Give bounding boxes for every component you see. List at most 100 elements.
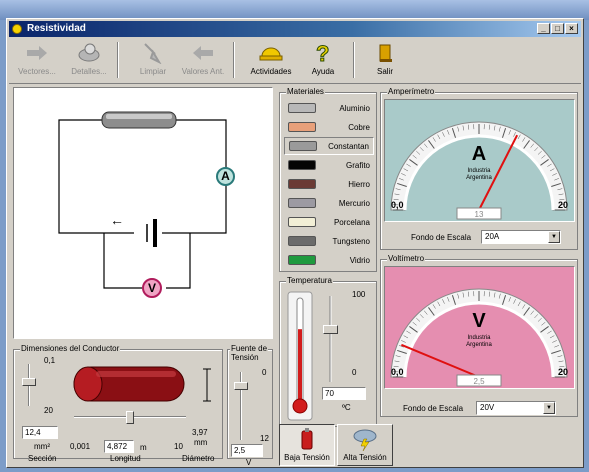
length-max: 10 <box>174 442 183 451</box>
material-hierro[interactable]: Hierro <box>284 175 374 193</box>
voltmeter-dial: V IndustriaArgentina 0,0 20 2,5 <box>385 267 574 388</box>
ammeter-maker-country: Argentina <box>466 175 492 181</box>
temperature-unit: ºC <box>342 403 351 412</box>
voltmeter-scale-select[interactable]: 20V ▼ <box>476 401 556 415</box>
material-swatch <box>288 122 316 132</box>
source-max: 0 <box>262 368 267 377</box>
length-slider-thumb[interactable] <box>126 411 134 424</box>
voltmeter-scale-value: 20V <box>480 403 495 412</box>
material-swatch <box>288 160 316 170</box>
length-unit: m <box>140 443 147 452</box>
material-swatch <box>288 255 316 265</box>
limpiar-label: Limpiar <box>139 67 167 76</box>
exit-door-icon <box>372 41 398 65</box>
arrow-right-icon <box>24 41 50 65</box>
vectores-label: Vectores... <box>18 67 56 76</box>
voltage-slider-thumb[interactable] <box>234 382 248 390</box>
battery-icon <box>301 428 313 450</box>
material-cobre[interactable]: Cobre <box>284 118 374 136</box>
toolbar-separator <box>117 42 119 78</box>
length-min: 0,001 <box>70 442 91 451</box>
circuit-panel: A V ← <box>13 87 273 339</box>
section-max: 0,1 <box>44 356 56 365</box>
voltage-input[interactable]: 2,5 <box>231 444 263 457</box>
diameter-caption: Diámetro <box>182 454 215 463</box>
material-vidrio[interactable]: Vidrio <box>284 251 374 269</box>
ammeter-letter: A <box>472 143 486 165</box>
thermometer <box>287 291 332 421</box>
material-name: Grafito <box>345 160 370 170</box>
toolbar: Vectores... Detalles... Limpiar Valores … <box>9 38 581 84</box>
toolbar-separator <box>353 42 355 78</box>
voltmeter-reading: 2,5 <box>473 377 485 386</box>
close-button[interactable]: × <box>565 23 578 34</box>
materials-group: Materiales Aluminio Cobre Constantan Grafit… <box>279 87 377 272</box>
low-voltage-button[interactable]: Baja Tensión <box>279 424 335 466</box>
actividades-button[interactable]: Actividades <box>247 40 295 82</box>
limpiar-button[interactable]: Limpiar <box>129 40 177 82</box>
length-caption: Longitud <box>110 454 141 463</box>
salir-button[interactable]: Salir <box>361 40 409 82</box>
temperature-label: Temperatura <box>286 276 333 286</box>
temperature-slider-thumb[interactable] <box>323 325 338 334</box>
help-question-icon: ? <box>310 41 336 65</box>
material-swatch <box>288 236 316 246</box>
ammeter-group: Amperímetro A Industria Argentina 0,0 20 13 F… <box>380 87 578 250</box>
material-grafito[interactable]: Grafito <box>284 156 374 174</box>
battery-plate <box>153 219 157 247</box>
temperature-max: 100 <box>352 290 366 299</box>
high-voltage-button[interactable]: Alta Tensión <box>337 424 393 466</box>
vectores-button[interactable]: Vectores... <box>13 40 61 82</box>
voltmeter-scale-label: Fondo de Escala <box>403 404 464 413</box>
arrow-left-icon <box>190 41 216 65</box>
diameter-bracket <box>203 368 211 402</box>
conductor-cylinder <box>73 366 185 402</box>
toolbar-separator <box>233 42 235 78</box>
voltmeter-scale-max: 20 <box>558 367 568 377</box>
voltage-source-group: Fuente de Tensión 0 12 2,5 V <box>227 344 273 467</box>
salir-label: Salir <box>376 67 393 76</box>
ammeter-scale-select[interactable]: 20A ▼ <box>481 230 561 244</box>
ammeter-scale-max: 20 <box>558 200 568 210</box>
length-input[interactable]: 4,872 <box>104 440 134 453</box>
valores-anteriores-button[interactable]: Valores Ant. <box>179 40 227 82</box>
ammeter-meter: A Industria Argentina 0,0 20 13 <box>384 99 575 222</box>
material-name: Tungsteno <box>332 236 370 246</box>
ayuda-button[interactable]: ? Ayuda <box>299 40 347 82</box>
ayuda-label: Ayuda <box>311 67 335 76</box>
ammeter-scale-value: 20A <box>485 232 500 241</box>
ammeter-group-label: Amperímetro <box>387 87 436 97</box>
material-tungsteno[interactable]: Tungsteno <box>284 232 374 250</box>
material-mercurio[interactable]: Mercurio <box>284 194 374 212</box>
ammeter-maker: Industria <box>467 168 491 174</box>
ammeter-circuit-symbol: A <box>216 167 235 186</box>
actividades-label: Actividades <box>250 67 292 76</box>
temperature-input[interactable]: 70 <box>322 387 366 400</box>
material-constantan[interactable]: Constantan <box>284 137 374 155</box>
section-caption: Sección <box>28 454 57 463</box>
diameter-unit: mm <box>194 438 208 447</box>
material-aluminio[interactable]: Aluminio <box>284 99 374 117</box>
source-min: 12 <box>260 434 269 443</box>
maximize-button[interactable]: □ <box>551 23 564 34</box>
circuit-diagram <box>58 111 227 289</box>
dimensions-label: Dimensiones del Conductor <box>20 344 121 354</box>
material-name: Constantan <box>328 141 369 151</box>
material-name: Mercurio <box>338 198 370 208</box>
detalles-button[interactable]: Detalles... <box>65 40 113 82</box>
temperature-group: Temperatura 100 0 70 ºC <box>279 276 377 427</box>
voltmeter-letter: V <box>472 310 486 332</box>
chevron-down-icon[interactable]: ▼ <box>548 231 560 243</box>
material-porcelana[interactable]: Porcelana <box>284 213 374 231</box>
svg-text:?: ? <box>316 42 329 64</box>
minimize-button[interactable]: _ <box>537 23 550 34</box>
section-input[interactable]: 12,4 <box>22 426 58 439</box>
section-slider-thumb[interactable] <box>22 378 36 386</box>
voltmeter-circuit-symbol: V <box>142 278 162 298</box>
material-swatch <box>288 103 316 113</box>
voltmeter-maker: Industria <box>467 335 491 341</box>
app-icon <box>12 24 22 34</box>
chevron-down-icon[interactable]: ▼ <box>543 402 555 414</box>
material-name: Porcelana <box>333 217 370 227</box>
section-unit: mm² <box>34 442 50 451</box>
